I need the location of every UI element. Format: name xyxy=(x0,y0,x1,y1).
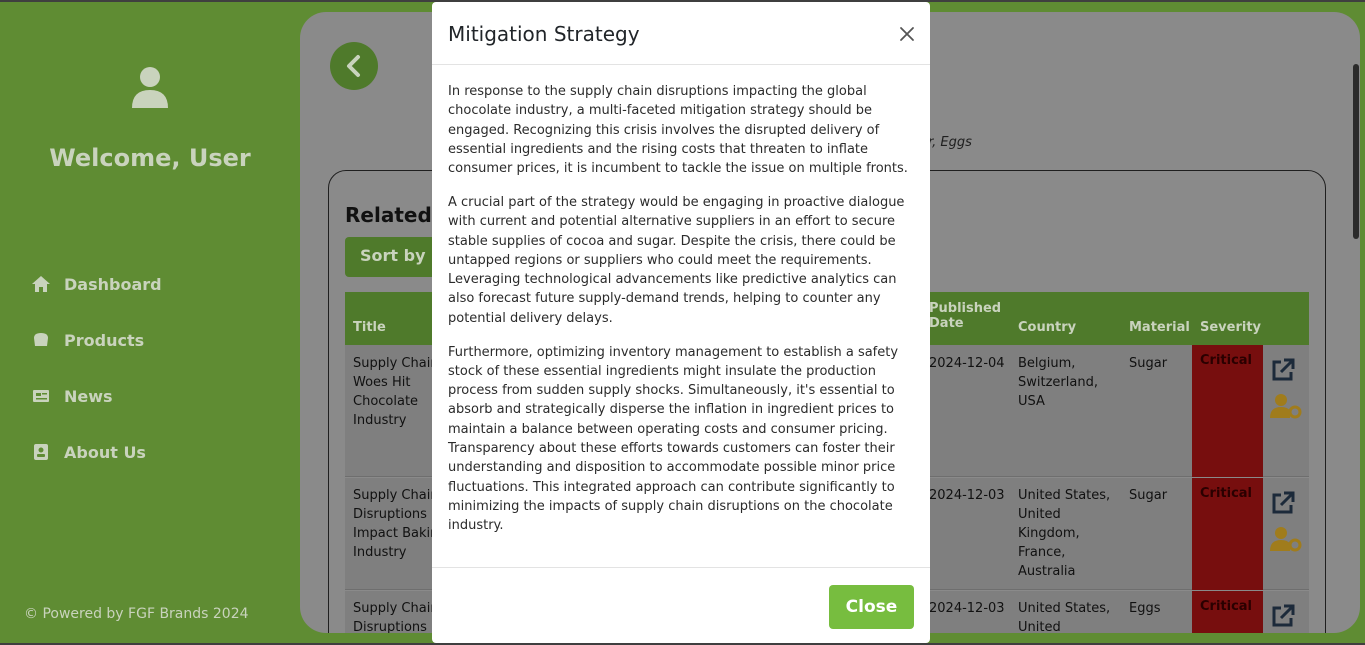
row-country-line: United States, xyxy=(1018,601,1111,616)
row-country: Belgium, Switzerland, USA xyxy=(1018,354,1098,411)
row-material: Eggs xyxy=(1129,601,1161,616)
chevron-left-icon xyxy=(347,55,360,77)
home-icon xyxy=(30,274,52,294)
sidebar-item-label: Dashboard xyxy=(64,274,162,294)
row-title: Supply Chain Disruptions xyxy=(353,599,439,633)
row-title-line: Supply Chain xyxy=(353,356,439,371)
row-title: Supply Chain Woes Hit Chocolate Industry xyxy=(353,354,439,430)
row-title: Supply Chain Disruptions Impact Bakin In… xyxy=(353,486,439,562)
row-country: United States, United Kingdom, France, A… xyxy=(1018,486,1110,581)
severity-badge: Critical xyxy=(1192,591,1263,633)
severity-label: Critical xyxy=(1200,486,1253,501)
close-button[interactable]: Close xyxy=(829,585,914,629)
sidebar-item-label: News xyxy=(64,386,113,406)
row-title-line: Supply Chain xyxy=(353,488,439,503)
user-settings-icon[interactable] xyxy=(1270,526,1302,556)
severity-badge: Critical xyxy=(1192,478,1263,590)
row-date: 2024-12-04 xyxy=(929,356,1005,371)
row-material: Sugar xyxy=(1129,488,1168,503)
about-icon xyxy=(30,442,52,462)
row-country-line: United States, xyxy=(1018,488,1111,503)
external-link-icon[interactable] xyxy=(1270,357,1296,387)
products-icon xyxy=(30,330,52,350)
row-country-line: Australia xyxy=(1018,564,1076,579)
close-icon[interactable] xyxy=(898,25,916,43)
sidebar-item-label: About Us xyxy=(64,442,146,462)
severity-label: Critical xyxy=(1200,353,1253,368)
sidebar-item-news[interactable]: News xyxy=(30,386,113,406)
row-date: 2024-12-03 xyxy=(929,601,1005,616)
column-published[interactable]: Published Date xyxy=(929,301,1001,331)
news-icon xyxy=(30,386,52,406)
sidebar: Welcome, User Dashboard Products News Ab… xyxy=(0,2,300,643)
sidebar-item-dashboard[interactable]: Dashboard xyxy=(30,274,162,294)
user-avatar-icon xyxy=(131,66,169,110)
footer-text: © Powered by FGF Brands 2024 xyxy=(24,606,249,622)
modal-paragraph: In response to the supply chain disrupti… xyxy=(448,84,908,177)
row-country-line: Belgium, xyxy=(1018,356,1076,371)
row-country-line: Switzerland, xyxy=(1018,375,1098,390)
row-title-line: Disruptions xyxy=(353,620,427,633)
modal-header: Mitigation Strategy xyxy=(432,2,930,65)
row-country-line: United xyxy=(1018,620,1061,633)
row-country: United States, United xyxy=(1018,599,1110,633)
column-published-line2: Date xyxy=(929,316,964,331)
severity-label: Critical xyxy=(1200,599,1253,614)
row-material: Sugar xyxy=(1129,356,1168,371)
modal-footer: Close xyxy=(432,567,930,643)
sidebar-item-label: Products xyxy=(64,330,145,350)
row-title-line: Impact Bakin xyxy=(353,526,439,541)
row-date: 2024-12-03 xyxy=(929,488,1005,503)
row-country-line: France, xyxy=(1018,545,1066,560)
external-link-icon[interactable] xyxy=(1270,603,1296,633)
row-title-line: Industry xyxy=(353,413,407,428)
mitigation-strategy-modal: Mitigation Strategy In response to the s… xyxy=(432,2,930,643)
row-country-line: USA xyxy=(1018,394,1045,409)
column-country[interactable]: Country xyxy=(1018,320,1076,335)
page-scrollbar[interactable] xyxy=(1353,64,1359,239)
row-country-line: United xyxy=(1018,507,1061,522)
column-severity[interactable]: Severity xyxy=(1200,320,1261,335)
severity-badge: Critical xyxy=(1192,345,1263,477)
column-material[interactable]: Material xyxy=(1129,320,1190,335)
sidebar-item-about[interactable]: About Us xyxy=(30,442,146,462)
related-heading: Related xyxy=(345,203,432,227)
modal-paragraph: Furthermore, optimizing inventory manage… xyxy=(448,344,899,534)
sidebar-item-products[interactable]: Products xyxy=(30,330,144,350)
row-title-line: Supply Chain xyxy=(353,601,439,616)
row-country-line: Kingdom, xyxy=(1018,526,1080,541)
modal-paragraph: A crucial part of the strategy would be … xyxy=(448,194,905,326)
modal-title: Mitigation Strategy xyxy=(448,22,640,46)
modal-body: In response to the supply chain disrupti… xyxy=(448,82,914,550)
external-link-icon[interactable] xyxy=(1270,490,1296,520)
row-title-line: Chocolate xyxy=(353,394,419,409)
welcome-text: Welcome, User xyxy=(49,144,251,172)
column-title[interactable]: Title xyxy=(353,320,386,335)
row-title-line: Industry xyxy=(353,545,407,560)
user-settings-icon[interactable] xyxy=(1270,393,1302,423)
back-button[interactable] xyxy=(330,42,378,90)
row-title-line: Woes Hit xyxy=(353,375,411,390)
column-published-line1: Published xyxy=(929,301,1002,316)
row-title-line: Disruptions xyxy=(353,507,427,522)
